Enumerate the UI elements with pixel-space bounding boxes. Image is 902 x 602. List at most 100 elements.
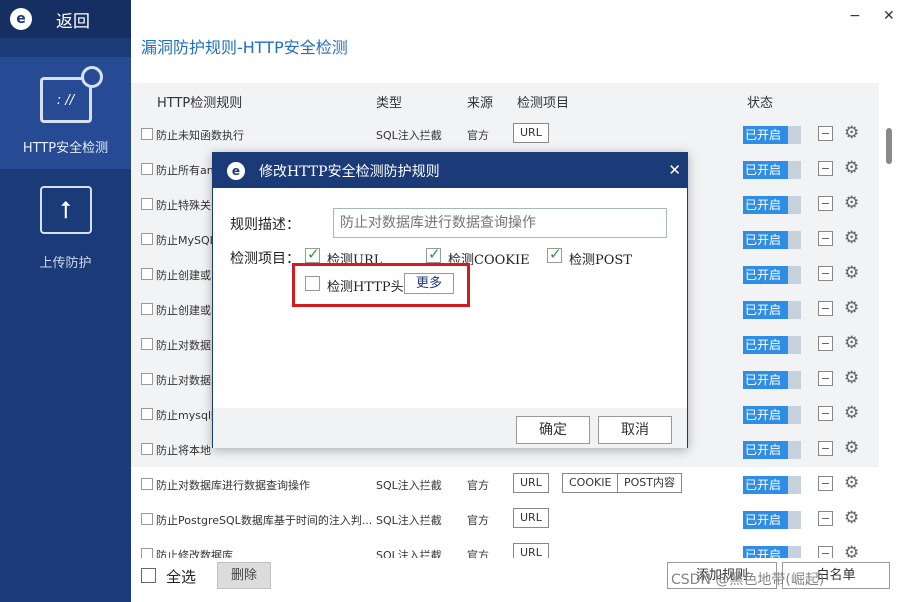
edit-rule-dialog: e 修改HTTP安全检测防护规则 ✕ 规则描述： 检测项目： 检测URL 检测C…	[212, 152, 688, 448]
sidebar-item-label: 上传防护	[39, 256, 92, 271]
status-toggle[interactable]: 已开启	[743, 441, 801, 459]
back-button[interactable]: e 返回	[0, 0, 131, 38]
status-toggle[interactable]: 已开启	[743, 301, 801, 319]
row-rule-name: 防止对数据库进行数据查询操作	[156, 479, 310, 492]
collapse-icon[interactable]	[818, 196, 833, 211]
row-checkbox[interactable]	[141, 198, 153, 210]
collapse-icon[interactable]	[818, 546, 833, 558]
row-type: SQL注入拦截	[376, 549, 442, 558]
row-checkbox[interactable]	[141, 513, 153, 525]
sidebar-item-upload-protection[interactable]: ⭡ 上传防护	[0, 176, 131, 276]
collapse-icon[interactable]	[818, 126, 833, 141]
row-item-tag: POST内容	[617, 473, 682, 493]
status-toggle[interactable]: 已开启	[743, 371, 801, 389]
status-toggle[interactable]: 已开启	[743, 336, 801, 354]
collapse-icon[interactable]	[818, 301, 833, 316]
status-toggle[interactable]: 已开启	[743, 231, 801, 249]
row-checkbox[interactable]	[141, 268, 153, 280]
gear-icon[interactable]: ⚙	[844, 438, 859, 458]
cancel-button[interactable]: 取消	[598, 416, 672, 444]
status-toggle[interactable]: 已开启	[743, 266, 801, 284]
gear-icon[interactable]: ⚙	[844, 403, 859, 423]
check-post-checkbox[interactable]	[547, 245, 562, 263]
row-source: 官方	[467, 549, 489, 558]
delete-button[interactable]: 删除	[217, 562, 271, 589]
gear-icon[interactable]: ⚙	[844, 298, 859, 318]
dialog-title: 修改HTTP安全检测防护规则	[259, 163, 440, 180]
check-url-checkbox[interactable]	[305, 245, 320, 263]
row-source: 官方	[467, 129, 489, 142]
dialog-close-icon[interactable]: ✕	[668, 161, 681, 179]
row-item-tag: URL	[513, 473, 549, 493]
row-checkbox[interactable]	[141, 303, 153, 315]
gear-icon[interactable]: ⚙	[844, 543, 859, 558]
collapse-icon[interactable]	[818, 336, 833, 351]
row-rule-name: 防止MySQL	[156, 234, 216, 247]
collapse-icon[interactable]	[818, 231, 833, 246]
collapse-icon[interactable]	[818, 266, 833, 281]
row-checkbox[interactable]	[141, 443, 153, 455]
gear-icon[interactable]: ⚙	[844, 228, 859, 248]
minimize-button[interactable]: −	[849, 8, 861, 24]
status-toggle[interactable]: 已开启	[743, 406, 801, 424]
table-row[interactable]: 防止对数据库进行数据查询操作 SQL注入拦截 官方 URL COOKIE POST内容 已开…	[131, 467, 879, 502]
row-checkbox[interactable]	[141, 548, 153, 558]
row-rule-name: 防止创建或	[156, 304, 211, 317]
row-rule-name: 防止对数据	[156, 374, 211, 387]
row-checkbox[interactable]	[141, 373, 153, 385]
sidebar-item-http-security[interactable]: : // HTTP安全检测	[0, 57, 131, 169]
table-row[interactable]: 防止未知函数执行 SQL注入拦截 官方 URL 已开启 ⚙	[131, 117, 879, 152]
table-row[interactable]: 防止PostgreSQL数据库基于时间的注入判... SQL注入拦截 官方 URL 已开…	[131, 502, 879, 537]
table-scrollbar[interactable]	[881, 83, 899, 558]
rule-description-input[interactable]	[333, 208, 667, 238]
http-icon-glyph: : //	[56, 92, 75, 108]
gear-icon[interactable]: ⚙	[844, 158, 859, 178]
select-all-label[interactable]: 全选	[166, 566, 196, 587]
row-rule-name: 防止特殊关	[156, 199, 211, 212]
http-monitor-icon: : //	[39, 66, 103, 123]
row-checkbox[interactable]	[141, 338, 153, 350]
collapse-icon[interactable]	[818, 406, 833, 421]
gear-icon[interactable]: ⚙	[844, 263, 859, 283]
row-checkbox[interactable]	[141, 408, 153, 420]
status-toggle[interactable]: 已开启	[743, 511, 801, 529]
gear-icon[interactable]: ⚙	[844, 123, 859, 143]
gear-icon[interactable]: ⚙	[844, 368, 859, 388]
row-item-tag: COOKIE	[562, 473, 619, 493]
gear-icon[interactable]: ⚙	[844, 508, 859, 528]
status-toggle[interactable]: 已开启	[743, 126, 801, 144]
collapse-icon[interactable]	[818, 476, 833, 491]
collapse-icon[interactable]	[818, 371, 833, 386]
ok-button[interactable]: 确定	[516, 416, 590, 444]
status-toggle[interactable]: 已开启	[743, 476, 801, 494]
select-all-checkbox[interactable]	[141, 568, 156, 583]
gear-icon[interactable]: ⚙	[844, 333, 859, 353]
collapse-icon[interactable]	[818, 511, 833, 526]
status-toggle[interactable]: 已开启	[743, 161, 801, 179]
scrollbar-thumb[interactable]	[886, 128, 892, 164]
check-cookie-checkbox[interactable]	[426, 245, 441, 263]
row-checkbox[interactable]	[141, 163, 153, 175]
table-row[interactable]: 防止修改数据库 SQL注入拦截 官方 URL 已开启 ⚙	[131, 537, 879, 558]
row-type: SQL注入拦截	[376, 129, 442, 142]
row-checkbox[interactable]	[141, 478, 153, 490]
footer-bar: 全选 删除 添加规则 白名单 CSDN @黑色地带(崛起)	[131, 558, 902, 602]
row-rule-name: 防止修改数据库	[156, 549, 233, 558]
watermark: CSDN @黑色地带(崛起)	[671, 572, 825, 588]
check-post-label: 检测POST	[569, 253, 632, 268]
gear-icon[interactable]: ⚙	[844, 193, 859, 213]
desc-label: 规则描述：	[230, 217, 300, 233]
row-checkbox[interactable]	[141, 233, 153, 245]
collapse-icon[interactable]	[818, 161, 833, 176]
gear-icon[interactable]: ⚙	[844, 473, 859, 493]
status-toggle[interactable]: 已开启	[743, 196, 801, 214]
close-window-button[interactable]: ✕	[883, 8, 895, 24]
status-toggle[interactable]: 已开启	[743, 546, 801, 558]
row-source: 官方	[467, 514, 489, 527]
upload-arrow-glyph: ⭡	[59, 196, 72, 224]
row-rule-name: 防止将本地	[156, 444, 211, 457]
row-rule-name: 防止所有an	[156, 164, 214, 177]
header-status: 状态	[747, 96, 774, 111]
row-checkbox[interactable]	[141, 128, 153, 140]
collapse-icon[interactable]	[818, 441, 833, 456]
